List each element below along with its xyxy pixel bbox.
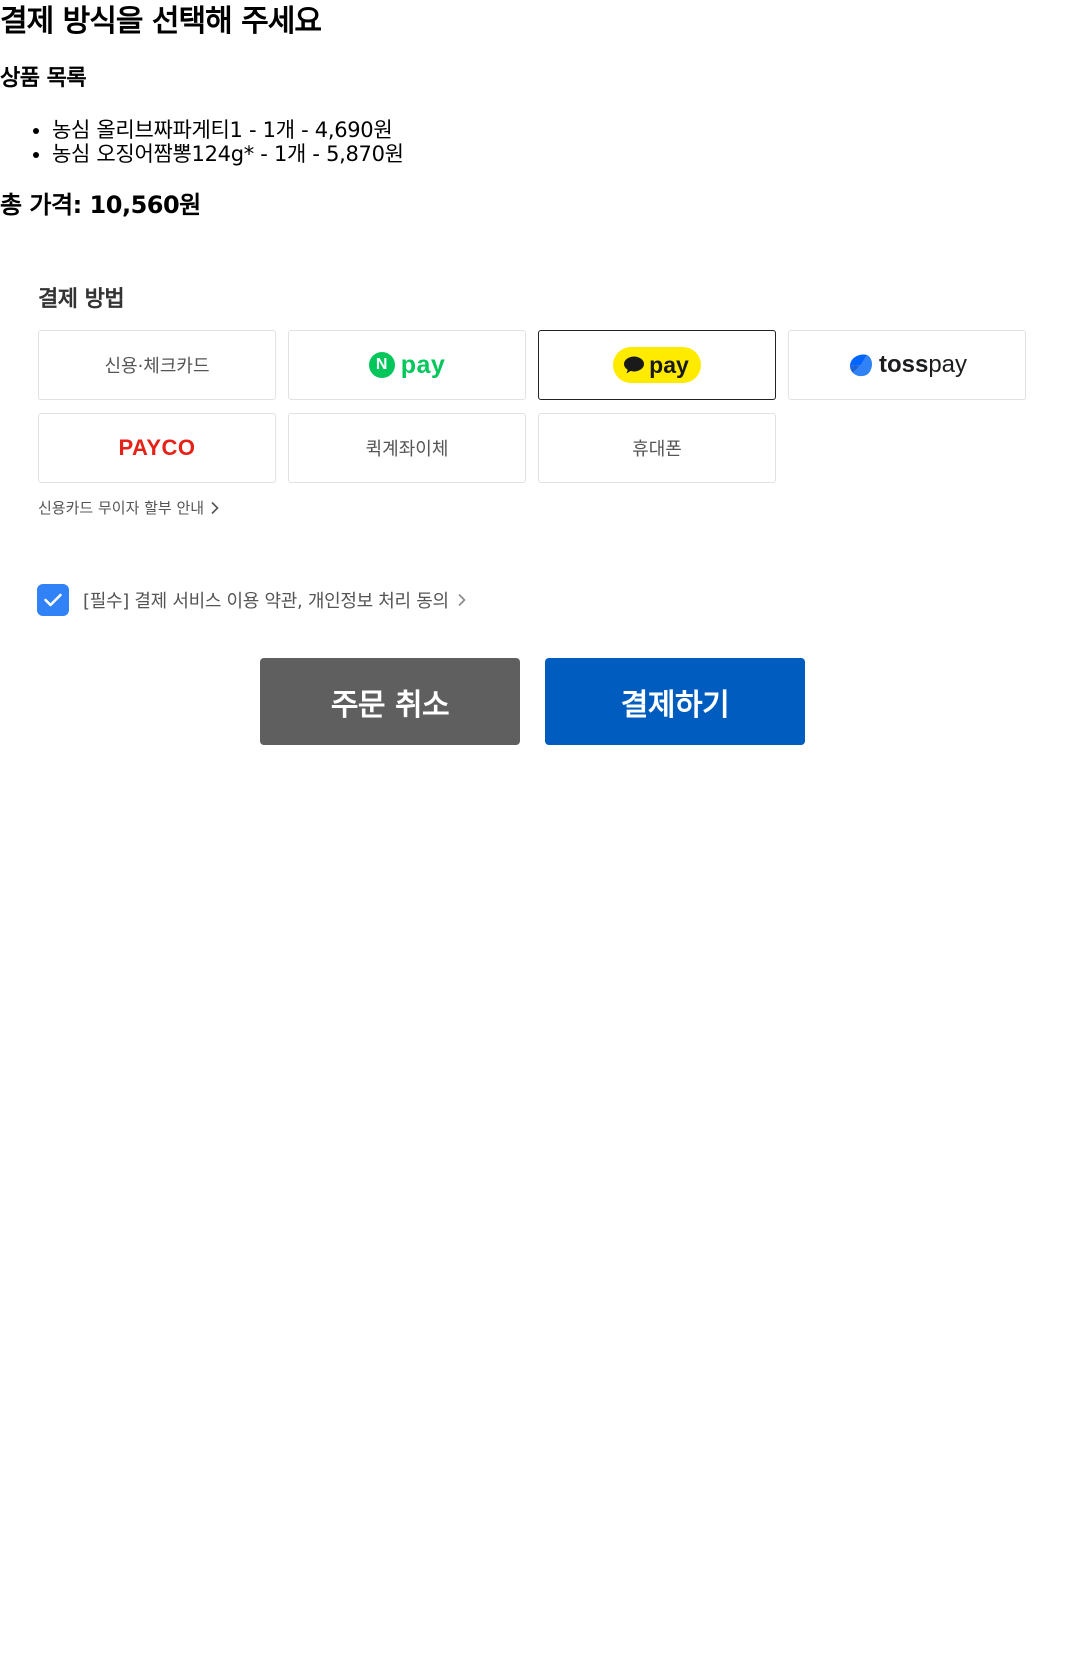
agreement-row: [필수] 결제 서비스 이용 약관, 개인정보 처리 동의	[37, 584, 467, 616]
tosspay-logo: tosspay	[847, 351, 967, 379]
installment-info-link[interactable]: 신용카드 무이자 할부 안내	[38, 497, 220, 518]
method-npay-button[interactable]: N pay	[288, 330, 526, 400]
agreement-terms-link[interactable]: [필수] 결제 서비스 이용 약관, 개인정보 처리 동의	[83, 587, 467, 613]
list-item: 농심 올리브짜파게티1 - 1개 - 4,690원	[52, 118, 404, 142]
product-list-title: 상품 목록	[0, 66, 87, 91]
chevron-right-icon	[458, 593, 466, 607]
speech-bubble-icon	[624, 356, 645, 374]
check-icon	[44, 593, 62, 607]
total-price: 총 가격: 10,560원	[0, 191, 201, 219]
page-title: 결제 방식을 선택해 주세요	[0, 4, 322, 39]
method-phone-label: 휴대폰	[632, 439, 682, 460]
method-tosspay-button[interactable]: tosspay	[788, 330, 1026, 400]
toss-logo-icon	[849, 354, 872, 377]
agreement-checkbox[interactable]	[37, 584, 69, 616]
pay-button[interactable]: 결제하기	[545, 658, 805, 745]
method-card-label: 신용·체크카드	[104, 356, 210, 377]
kakaopay-logo: pay	[613, 347, 701, 383]
npay-label: pay	[400, 350, 446, 379]
cancel-order-button[interactable]: 주문 취소	[260, 658, 520, 745]
chevron-right-icon	[211, 501, 219, 514]
list-item: 농심 오징어짬뽕124g* - 1개 - 5,870원	[52, 142, 404, 166]
tosspay-label-bold: toss	[878, 351, 929, 378]
product-list: 농심 올리브짜파게티1 - 1개 - 4,690원 농심 오징어짬뽕124g* …	[30, 118, 404, 166]
method-transfer-label: 퀵계좌이체	[365, 439, 449, 460]
npay-logo: N pay	[368, 350, 446, 380]
tosspay-label: pay	[928, 351, 968, 378]
method-card-button[interactable]: 신용·체크카드	[38, 330, 276, 400]
method-kakaopay-button[interactable]: pay	[538, 330, 776, 400]
npay-n-badge: N	[368, 352, 395, 378]
payco-label: PAYCO	[118, 435, 196, 460]
method-phone-button[interactable]: 휴대폰	[538, 413, 776, 483]
agreement-label: [필수] 결제 서비스 이용 약관, 개인정보 처리 동의	[83, 591, 449, 612]
payment-method-heading: 결제 방법	[38, 287, 125, 312]
installment-info-label: 신용카드 무이자 할부 안내	[38, 499, 205, 517]
kakaopay-label: pay	[649, 351, 689, 378]
method-payco-button[interactable]: PAYCO	[38, 413, 276, 483]
method-transfer-button[interactable]: 퀵계좌이체	[288, 413, 526, 483]
